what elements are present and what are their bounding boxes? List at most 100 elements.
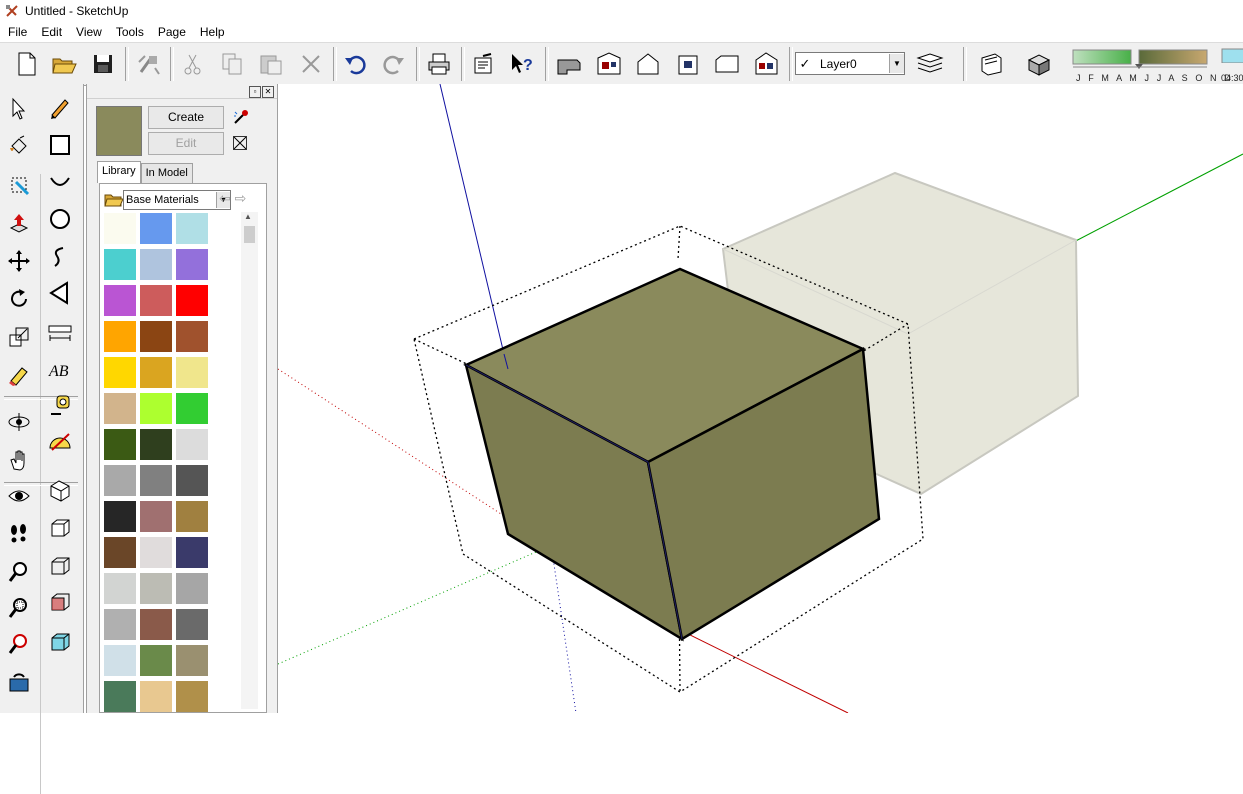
material-swatch[interactable] (176, 681, 208, 712)
layer-manager-icon[interactable] (975, 48, 1007, 80)
back-view-icon[interactable] (711, 48, 743, 80)
undo-icon[interactable] (339, 48, 371, 80)
material-swatch[interactable] (140, 537, 172, 568)
folder-icon[interactable] (104, 190, 124, 208)
arc-icon[interactable] (44, 165, 76, 197)
material-swatch[interactable] (176, 609, 208, 640)
material-swatch[interactable] (104, 537, 136, 568)
new-file-icon[interactable] (10, 48, 42, 80)
iso-view-icon[interactable] (553, 48, 585, 80)
redo-icon[interactable] (378, 48, 410, 80)
back-arrow-icon[interactable]: ⇦ (219, 190, 231, 206)
material-swatch[interactable] (104, 321, 136, 352)
material-swatch[interactable] (104, 249, 136, 280)
material-swatch[interactable] (176, 393, 208, 424)
layers-stack-icon[interactable] (914, 47, 946, 79)
x-ray-icon[interactable] (44, 626, 76, 658)
cut-icon[interactable] (177, 48, 209, 80)
dimension-icon[interactable] (44, 317, 76, 349)
tab-in-model[interactable]: In Model (140, 163, 193, 183)
zoom-icon[interactable] (3, 556, 35, 588)
material-swatch[interactable] (104, 645, 136, 676)
tape-measure-icon[interactable] (44, 389, 76, 421)
protractor-icon[interactable] (44, 425, 76, 457)
walk-footprints-icon[interactable] (3, 518, 35, 550)
material-swatch[interactable] (140, 645, 172, 676)
open-folder-icon[interactable] (48, 48, 80, 80)
pan-hand-icon[interactable] (3, 444, 35, 476)
text-tool-icon[interactable]: AB (44, 353, 76, 385)
material-swatch[interactable] (176, 537, 208, 568)
material-swatch[interactable] (176, 429, 208, 460)
paint-bucket-icon[interactable] (3, 131, 35, 163)
left-view-icon[interactable] (751, 48, 783, 80)
scroll-up-icon[interactable]: ▲ (244, 212, 252, 221)
edit-button[interactable]: Edit (148, 132, 224, 155)
menu-tools[interactable]: Tools (108, 25, 150, 39)
top-view-icon[interactable] (593, 48, 625, 80)
move-select-icon[interactable] (3, 169, 35, 201)
close-panel-icon[interactable]: ✕ (262, 86, 274, 98)
model-info-icon[interactable] (467, 48, 499, 80)
orbit-icon[interactable] (3, 406, 35, 438)
material-swatch[interactable] (104, 429, 136, 460)
zoom-extents-icon[interactable] (3, 628, 35, 660)
material-swatch[interactable] (140, 321, 172, 352)
paste-icon[interactable] (255, 48, 287, 80)
material-swatch[interactable] (104, 285, 136, 316)
eraser-icon[interactable] (3, 359, 35, 391)
context-help-icon[interactable]: ? (506, 48, 538, 80)
scroll-thumb[interactable] (244, 226, 255, 243)
move-icon[interactable] (3, 245, 35, 277)
material-swatch[interactable] (176, 357, 208, 388)
material-swatch[interactable] (176, 249, 208, 280)
menu-edit[interactable]: Edit (33, 25, 68, 39)
scale-icon[interactable] (3, 321, 35, 353)
circle-icon[interactable] (44, 203, 76, 235)
material-swatch[interactable] (176, 501, 208, 532)
wireframe-icon[interactable] (44, 512, 76, 544)
layer-select[interactable]: ✓ Layer0 ▼ (795, 52, 905, 75)
shaded-box-icon[interactable] (1023, 48, 1055, 80)
make-component-icon[interactable] (133, 48, 165, 80)
textured-icon[interactable] (44, 586, 76, 618)
front-view-icon[interactable] (632, 48, 664, 80)
rotate-icon[interactable] (3, 283, 35, 315)
material-swatch[interactable] (176, 465, 208, 496)
material-swatch[interactable] (176, 321, 208, 352)
push-pull-icon[interactable] (3, 207, 35, 239)
material-swatch[interactable] (104, 393, 136, 424)
material-swatch[interactable] (140, 681, 172, 712)
library-scrollbar[interactable]: ▲ (241, 212, 258, 709)
menu-page[interactable]: Page (150, 25, 192, 39)
material-swatch[interactable] (104, 681, 136, 712)
freehand-icon[interactable] (44, 241, 76, 273)
material-swatch[interactable] (140, 357, 172, 388)
select-arrow-icon[interactable] (3, 93, 35, 125)
model-viewport[interactable] (278, 84, 1243, 713)
tab-library[interactable]: Library (97, 161, 141, 183)
right-view-icon[interactable] (672, 48, 704, 80)
material-swatch[interactable] (104, 213, 136, 244)
material-swatch[interactable] (140, 213, 172, 244)
material-swatch[interactable] (104, 465, 136, 496)
menu-file[interactable]: File (0, 25, 33, 39)
material-swatch[interactable] (104, 573, 136, 604)
material-swatch[interactable] (176, 573, 208, 604)
material-swatch[interactable] (104, 357, 136, 388)
material-swatch[interactable] (140, 249, 172, 280)
copy-icon[interactable] (216, 48, 248, 80)
print-icon[interactable] (423, 48, 455, 80)
material-swatch[interactable] (140, 501, 172, 532)
default-material-toggle[interactable] (233, 136, 247, 150)
scene-canvas[interactable] (278, 84, 1243, 713)
menu-view[interactable]: View (68, 25, 108, 39)
material-swatch[interactable] (140, 393, 172, 424)
material-swatch[interactable] (140, 465, 172, 496)
iso-camera-icon[interactable] (44, 474, 76, 506)
minimize-panel-icon[interactable]: ▫ (249, 86, 261, 98)
material-swatch[interactable] (140, 609, 172, 640)
forward-arrow-icon[interactable]: ⇨ (235, 190, 247, 206)
zoom-window-icon[interactable] (3, 592, 35, 624)
hidden-line-icon[interactable] (44, 550, 76, 582)
